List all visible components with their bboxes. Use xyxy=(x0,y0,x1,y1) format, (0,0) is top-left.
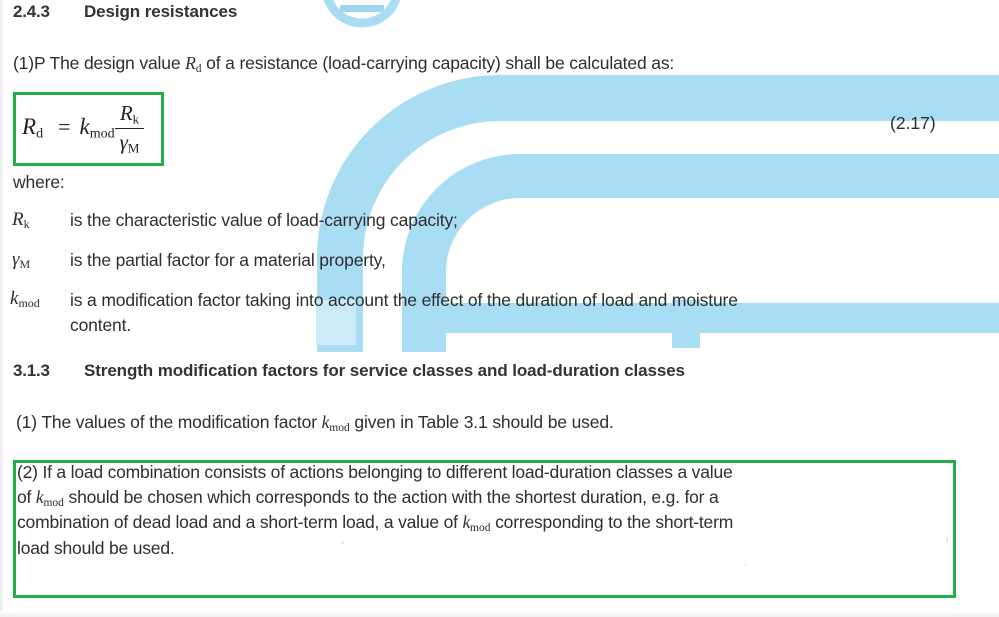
equation-2-17: Rd = kmod Rk γM xyxy=(22,101,145,159)
definition-text-gamma-m: is the partial factor for a material pro… xyxy=(70,250,386,270)
scan-speck xyxy=(341,541,344,544)
equation-equals: = xyxy=(58,114,71,140)
equation-number: (2.17) xyxy=(890,113,936,133)
clause-3-1-3-2-line3: combination of dead load and a short-ter… xyxy=(17,512,733,534)
clause-1p-prefix: (1)P The design value xyxy=(13,53,186,73)
section-number-2-4-3: 2.4.3 xyxy=(13,2,50,21)
clause-3-1-3-2-line2-a: of xyxy=(17,487,36,507)
equation-denominator: γM xyxy=(119,130,140,156)
clause-3-1-3-2-line3-a: combination of dead load and a short-ter… xyxy=(17,512,463,532)
equation-factor: kmod xyxy=(79,114,115,142)
document-page: 2.4.3 Design resistances (1)P The design… xyxy=(0,0,999,617)
clause-3-1-3-2-line3-symbol: kmod xyxy=(462,512,491,535)
definition-symbol-gamma-m: γM xyxy=(12,249,31,272)
clause-3-1-3-2-line3-b: corresponding to the short-term xyxy=(490,512,734,532)
definition-text-kmod-line1: is a modification factor taking into acc… xyxy=(70,290,738,310)
scan-speck xyxy=(744,564,746,566)
clause-3-1-3-2-line4: load should be used. xyxy=(17,538,175,558)
clause-3-1-3-1-suffix: given in Table 3.1 should be used. xyxy=(349,412,614,432)
equation-lhs: Rd xyxy=(22,114,44,142)
clause-1p-symbol: Rd xyxy=(185,53,202,76)
definition-text-kmod-line2: content. xyxy=(70,315,132,335)
clause-1p-suffix: of a resistance (load-carrying capacity)… xyxy=(201,53,675,73)
definition-symbol-kmod: kmod xyxy=(10,288,40,311)
where-label: where: xyxy=(13,172,65,192)
clause-3-1-3-2-line2: of kmod should be chosen which correspon… xyxy=(17,487,719,509)
clause-1p: (1)P The design value Rd of a resistance… xyxy=(13,53,674,75)
definition-symbol-rk: Rk xyxy=(12,209,30,232)
section-title-2-4-3: Design resistances xyxy=(84,2,238,21)
clause-3-1-3-1: (1) The values of the modification facto… xyxy=(16,412,614,434)
scan-speck xyxy=(931,183,934,186)
page-content: 2.4.3 Design resistances (1)P The design… xyxy=(0,0,999,617)
equation-fraction: Rk γM xyxy=(114,101,145,157)
clause-3-1-3-2-line2-symbol: kmod xyxy=(35,487,64,510)
section-number-3-1-3: 3.1.3 xyxy=(13,361,50,380)
scan-speck xyxy=(946,536,948,543)
equation-numerator: Rk xyxy=(114,101,145,130)
clause-3-1-3-2-line2-b: should be chosen which corresponds to th… xyxy=(63,487,719,507)
definition-text-rk: is the characteristic value of load-carr… xyxy=(70,210,458,230)
clause-3-1-3-1-prefix: (1) The values of the modification facto… xyxy=(16,412,322,432)
clause-3-1-3-2-line1: (2) If a load combination consists of ac… xyxy=(17,462,733,482)
section-title-3-1-3: Strength modification factors for servic… xyxy=(84,361,685,380)
clause-3-1-3-1-symbol: kmod xyxy=(321,412,350,435)
